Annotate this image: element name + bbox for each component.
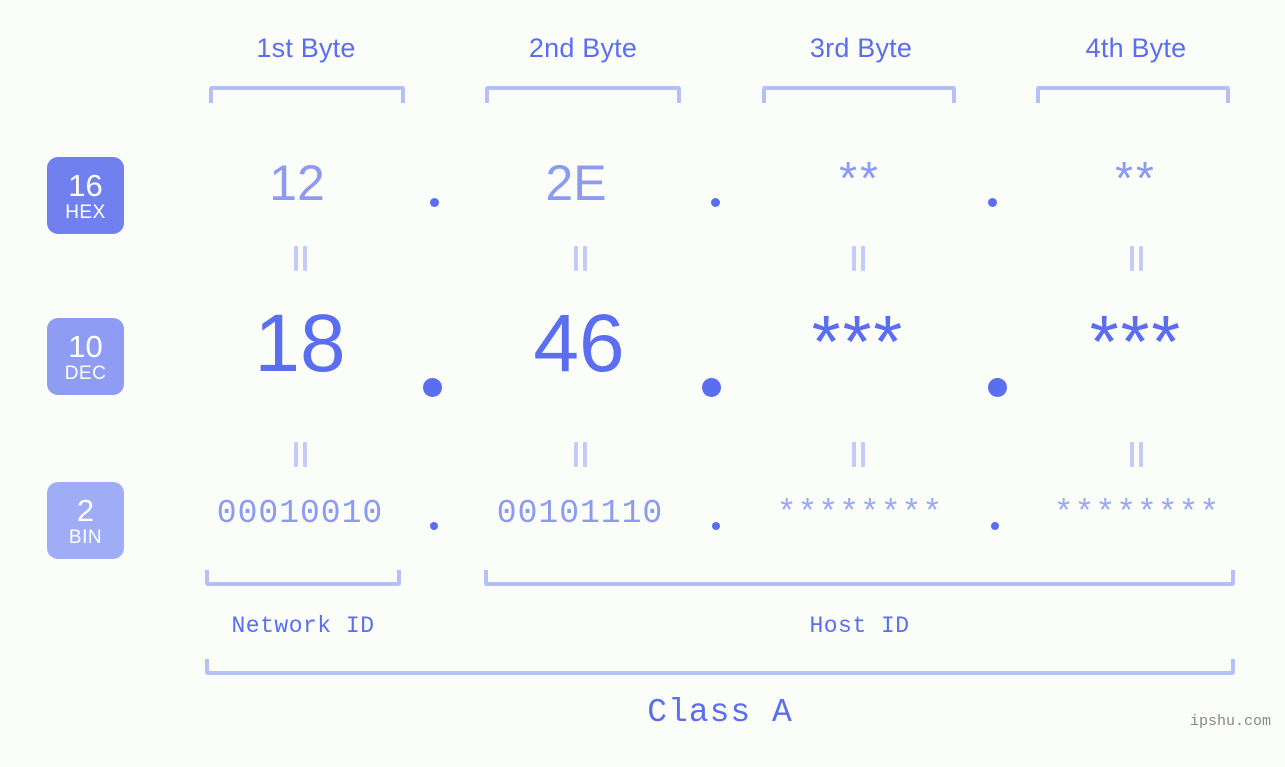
equality-connector-4-bottom [1126,442,1146,467]
class-label: Class A [647,694,793,731]
ip-address-breakdown-diagram: 1st Byte 2nd Byte 3rd Byte 4th Byte 16 H… [0,0,1285,767]
dec-byte-3: *** [811,300,905,383]
hex-byte-4: ** [1115,152,1157,204]
equality-connector-2-top [570,246,590,271]
dec-separator-dot-2 [702,378,721,397]
class-bracket [205,659,1235,675]
hex-separator-dot-2 [711,198,720,207]
hex-byte-2: 2E [545,155,607,211]
byte-bracket-4 [1036,86,1230,103]
equality-connector-1-top [290,246,310,271]
host-id-label: Host ID [809,613,910,639]
radix-badge-hex: 16 HEX [47,157,124,234]
byte-header-2: 2nd Byte [528,33,638,63]
hex-byte-1: 12 [269,155,325,211]
byte-header-4: 4th Byte [1085,33,1187,63]
radix-badge-dec-number: 10 [68,328,103,364]
equality-connector-2-bottom [570,442,590,467]
radix-badge-bin: 2 BIN [47,482,124,559]
bin-byte-2: 00101110 [496,495,664,532]
bin-separator-dot-3 [991,522,999,530]
dec-byte-4: *** [1089,300,1183,383]
bin-byte-3: ******** [776,495,944,532]
hex-separator-dot-1 [430,198,439,207]
dec-separator-dot-3 [988,378,1007,397]
radix-badge-dec-name: DEC [64,362,107,384]
dec-byte-2: 46 [533,298,625,389]
equality-connector-4-top [1126,246,1146,271]
dec-separator-dot-1 [423,378,442,397]
radix-badge-bin-number: 2 [76,492,95,528]
radix-badge-bin-name: BIN [68,526,103,548]
equality-connector-3-top [848,246,868,271]
byte-bracket-1 [209,86,405,103]
network-id-label: Network ID [231,613,375,639]
byte-header-1: 1st Byte [256,33,356,63]
byte-bracket-2 [485,86,681,103]
network-id-bracket [205,570,401,586]
hex-byte-3: ** [839,152,881,204]
radix-badge-hex-number: 16 [68,167,103,203]
bin-byte-4: ******** [1053,495,1221,532]
host-id-bracket [484,570,1235,586]
radix-badge-hex-name: HEX [65,201,106,223]
bin-separator-dot-1 [430,522,438,530]
byte-bracket-3 [762,86,956,103]
equality-connector-3-bottom [848,442,868,467]
equality-connector-1-bottom [290,442,310,467]
dec-byte-1: 18 [254,298,346,389]
byte-header-3: 3rd Byte [809,33,913,63]
radix-badge-dec: 10 DEC [47,318,124,395]
bin-byte-1: 00010010 [216,495,384,532]
bin-separator-dot-2 [712,522,720,530]
watermark: ipshu.com [1189,713,1271,730]
hex-separator-dot-3 [988,198,997,207]
